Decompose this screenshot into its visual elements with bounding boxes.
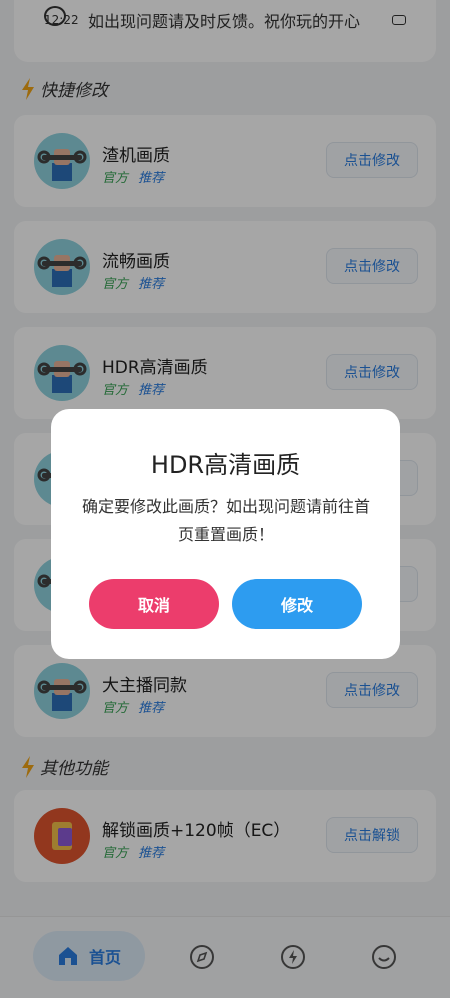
confirm-dialog: HDR高清画质 确定要修改此画质？如出现问题请前往首页重置画质！ 取消 修改 bbox=[51, 409, 400, 659]
dialog-title: HDR高清画质 bbox=[150, 451, 301, 479]
dialog-message: 确定要修改此画质？如出现问题请前往首页重置画质！ bbox=[81, 497, 370, 544]
app-root: 12:22 如出现问题请及时反馈。祝你玩的开心 快捷修改 渣机画质 官方 推荐 … bbox=[0, 0, 450, 998]
cancel-button[interactable]: 取消 bbox=[89, 579, 219, 629]
confirm-button[interactable]: 修改 bbox=[232, 579, 362, 629]
